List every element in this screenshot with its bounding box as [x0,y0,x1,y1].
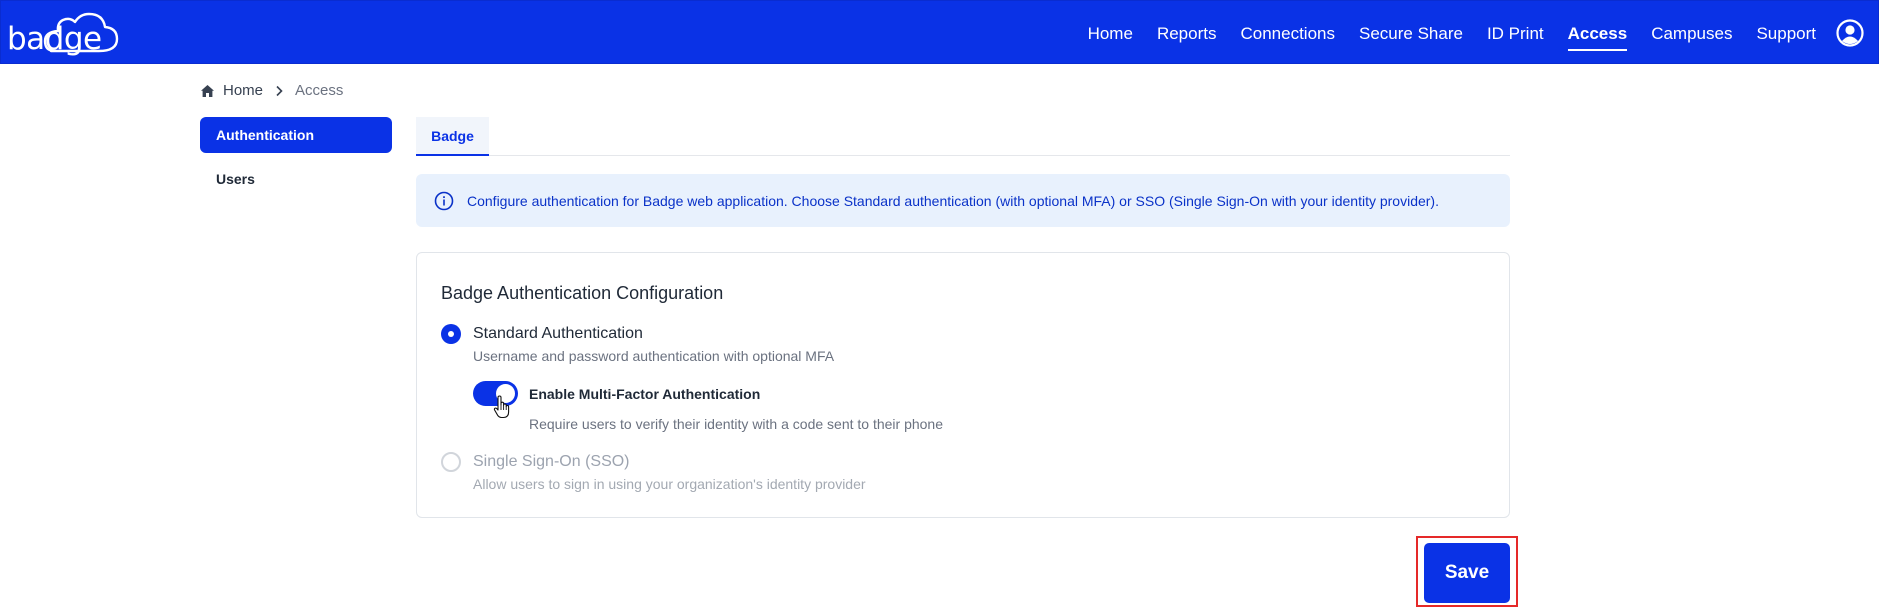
sidebar-item-authentication[interactable]: Authentication [200,117,392,153]
standard-auth-title[interactable]: Standard Authentication [473,325,643,343]
save-button[interactable]: Save [1424,543,1510,603]
nav-item-id-print[interactable]: ID Print [1487,21,1544,46]
breadcrumb: Home Access [200,82,343,99]
mfa-description: Require users to verify their identity w… [529,416,943,432]
main-nav: Home Reports Connections Secure Share ID… [1064,1,1878,65]
card-title: Badge Authentication Configuration [441,283,724,303]
breadcrumb-home[interactable]: Home [200,82,263,99]
nav-item-support[interactable]: Support [1756,21,1816,46]
nav-item-secure-share[interactable]: Secure Share [1359,21,1463,46]
sso-title[interactable]: Single Sign-On (SSO) [473,453,630,471]
logo-text: badge [7,21,102,57]
chevron-right-icon [276,85,283,96]
tab-bar: Badge [416,117,1510,156]
sso-description: Allow users to sign in using your organi… [473,476,866,492]
info-banner: Configure authentication for Badge web a… [416,174,1510,227]
nav-item-home[interactable]: Home [1088,21,1133,46]
standard-auth-radio[interactable] [441,324,461,344]
nav-item-reports[interactable]: Reports [1157,21,1217,46]
breadcrumb-home-label: Home [223,82,264,99]
account-icon[interactable] [1836,19,1864,47]
auth-config-card: Badge Authentication Configuration Stand… [416,252,1510,518]
standard-auth-description: Username and password authentication wit… [473,348,835,364]
nav-item-campuses[interactable]: Campuses [1651,21,1732,46]
tab-badge[interactable]: Badge [416,117,489,156]
sso-radio[interactable] [441,452,461,472]
hand-pointer-icon [493,395,510,419]
badge-logo[interactable]: badge [7,7,119,59]
sidebar-item-users[interactable]: Users [200,161,392,197]
info-icon [434,191,454,210]
mfa-title[interactable]: Enable Multi-Factor Authentication [529,386,760,402]
breadcrumb-current: Access [295,82,344,99]
info-text: Configure authentication for Badge web a… [467,192,1439,209]
nav-item-connections[interactable]: Connections [1240,21,1335,46]
home-icon [201,84,214,97]
top-navigation-bar: badge Home Reports Connections Secure Sh… [0,0,1879,64]
nav-item-access[interactable]: Access [1567,21,1627,51]
